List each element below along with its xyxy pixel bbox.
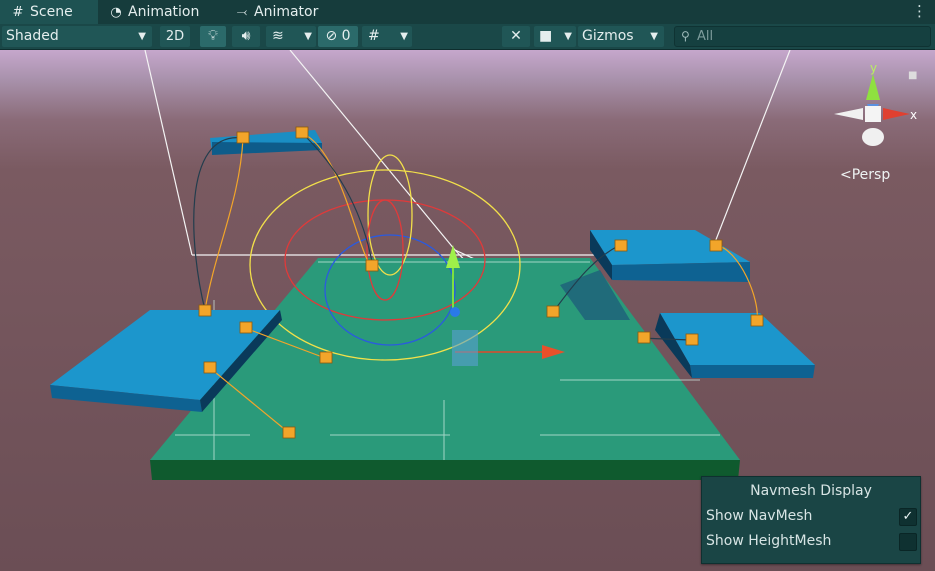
effects-dropdown[interactable]: ≋ ▼: [266, 26, 316, 47]
toggle-2d-label: 2D: [165, 29, 185, 44]
axis-y-label: y: [870, 61, 877, 75]
chevron-down-icon: ▼: [564, 31, 572, 42]
tab-animation-label: Animation: [128, 4, 200, 20]
search-icon: ⚲: [681, 29, 690, 43]
chevron-down-icon: ▼: [400, 31, 408, 42]
show-heightmesh-label: Show HeightMesh: [706, 533, 832, 549]
tab-scene-label: Scene: [30, 4, 73, 20]
grid-snap-dropdown[interactable]: # ▼: [362, 26, 412, 47]
animation-clock-icon: ◔: [110, 5, 122, 20]
hierarchy-search-input[interactable]: ⚲ All: [674, 26, 931, 47]
tools-button[interactable]: ✕: [502, 26, 530, 47]
speaker-icon: 🔊︎: [241, 28, 251, 44]
eye-hidden-icon: ⊘: [325, 28, 338, 44]
camera-settings-dropdown[interactable]: ■ ▼: [534, 26, 576, 47]
orientation-gizmo[interactable]: y x: [828, 60, 918, 150]
show-heightmesh-checkbox[interactable]: [899, 533, 917, 551]
tab-animation[interactable]: ◔ Animation: [108, 0, 228, 24]
navmesh-panel-title: Navmesh Display: [750, 483, 872, 499]
hidden-count: 0: [341, 28, 351, 44]
animator-state-icon: ⤙: [236, 5, 248, 20]
gizmos-label: Gizmos: [582, 28, 634, 44]
show-heightmesh-row[interactable]: Show HeightMesh: [706, 531, 917, 551]
tab-animator[interactable]: ⤙ Animator: [234, 0, 344, 24]
shading-mode-label: Shaded: [6, 28, 59, 44]
navmesh-display-panel: Navmesh Display Show NavMesh ✓ Show Heig…: [701, 476, 921, 564]
show-navmesh-row[interactable]: Show NavMesh ✓: [706, 506, 917, 526]
audio-toggle-button[interactable]: 🔊︎: [232, 26, 260, 47]
tab-bar: # Scene ◔ Animation ⤙ Animator ⋮: [0, 0, 935, 24]
lock-icon[interactable]: ■: [908, 70, 917, 81]
ground-edge: [150, 460, 740, 480]
chevron-down-icon: ▼: [138, 31, 146, 42]
lightbulb-icon: 💡︎: [208, 28, 218, 44]
checkmark-icon: ✓: [902, 509, 914, 524]
grid-snap-icon: #: [368, 28, 380, 44]
axis-x-label: x: [910, 108, 917, 122]
show-navmesh-checkbox[interactable]: ✓: [899, 508, 917, 526]
camera-icon: ■: [539, 28, 553, 44]
lighting-toggle-button[interactable]: 💡︎: [200, 26, 226, 47]
gizmos-dropdown[interactable]: Gizmos ▼: [578, 26, 664, 47]
search-placeholder: All: [697, 29, 714, 44]
tab-animator-label: Animator: [254, 4, 319, 20]
chevron-down-icon: ▼: [304, 31, 312, 42]
effects-layers-icon: ≋: [272, 28, 284, 44]
chevron-down-icon: ▼: [650, 31, 658, 42]
toggle-2d-button[interactable]: 2D: [160, 26, 190, 47]
wrench-tools-icon: ✕: [510, 28, 522, 44]
tab-scene[interactable]: # Scene: [0, 0, 98, 24]
camera-label: Persp: [851, 167, 891, 183]
more-options-icon[interactable]: ⋮: [912, 2, 927, 20]
grid-icon: #: [12, 5, 24, 20]
camera-projection-toggle[interactable]: <Persp: [840, 167, 890, 183]
perspective-icon: <: [840, 167, 852, 183]
show-navmesh-label: Show NavMesh: [706, 508, 813, 524]
shading-mode-dropdown[interactable]: Shaded ▼: [2, 26, 152, 47]
scene-visibility-toggle[interactable]: ⊘ 0: [318, 26, 358, 47]
